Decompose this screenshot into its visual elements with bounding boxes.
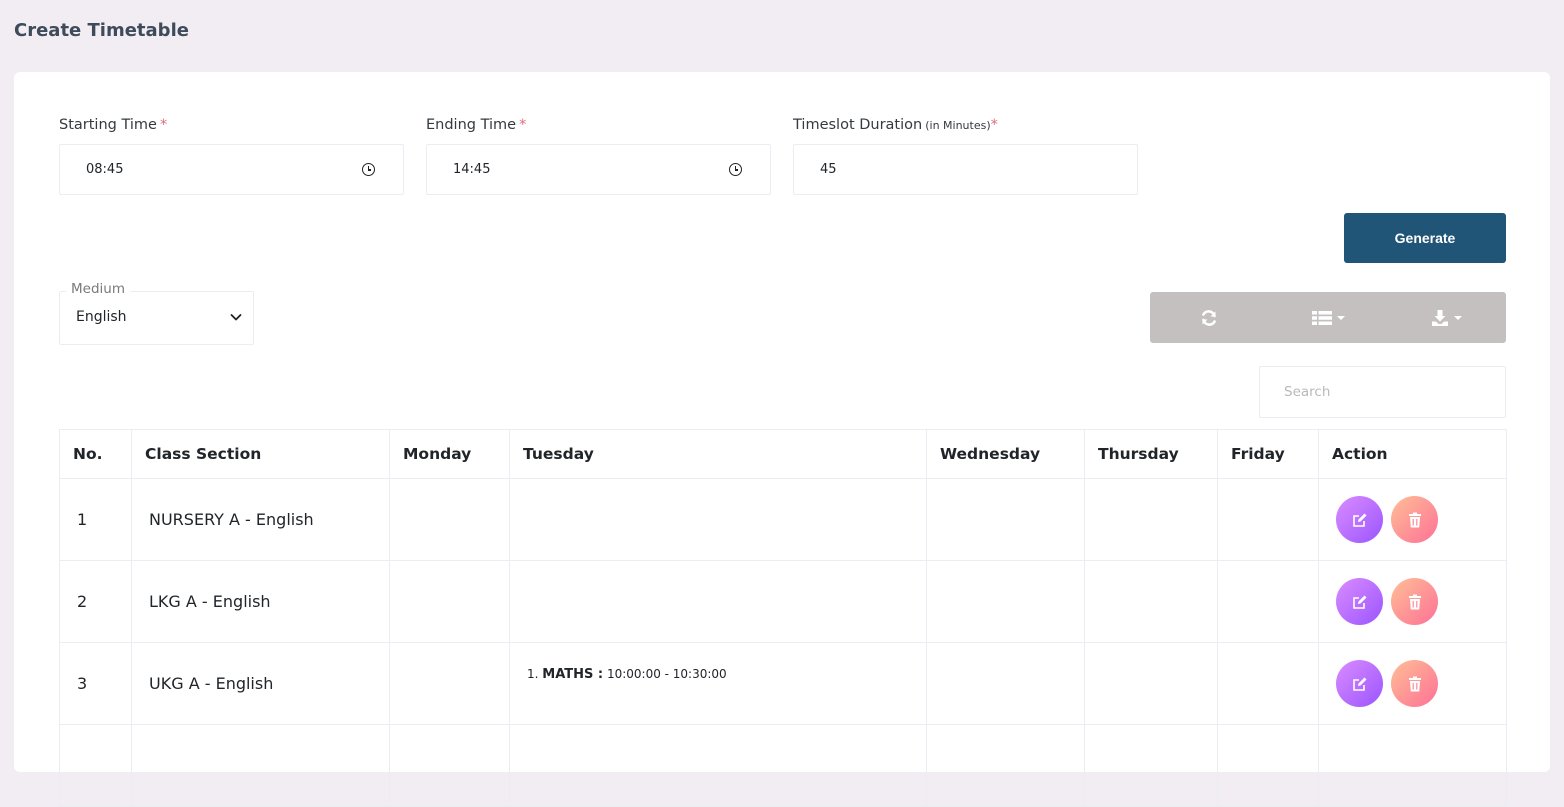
thursday-cell (1084, 478, 1218, 561)
timeslot-duration-group: Timeslot Duration (in Minutes)* 45 (793, 115, 1138, 195)
column-header-wednesday[interactable]: Wednesday (926, 429, 1085, 479)
friday-cell (1217, 642, 1319, 725)
friday-cell (1217, 724, 1319, 807)
wednesday-cell (926, 560, 1085, 643)
edit-button[interactable] (1336, 660, 1383, 707)
refresh-icon (1202, 309, 1217, 326)
monday-cell (389, 724, 510, 807)
delete-button[interactable] (1391, 578, 1438, 625)
monday-cell (389, 642, 510, 725)
trash-icon (1408, 512, 1421, 527)
timeslot-time: 10:00:00 - 10:30:00 (606, 667, 727, 681)
wednesday-cell (926, 642, 1085, 725)
action-cell (1318, 478, 1507, 561)
starting-time-label: Starting Time * (59, 115, 404, 135)
wednesday-cell (926, 724, 1085, 807)
row-number: 2 (59, 560, 132, 643)
table-row: 3 UKG A - English 1. MATHS : 10:00:00 - … (59, 642, 1507, 725)
duration-hint: (in Minutes) (925, 119, 991, 132)
class-section-cell: LKG A - English (131, 560, 390, 643)
column-header-thursday[interactable]: Thursday (1084, 429, 1218, 479)
table-header-row: No. Class Section Monday Tuesday Wednesd… (59, 429, 1507, 479)
timeslot-duration-label: Timeslot Duration (in Minutes)* (793, 115, 1138, 135)
action-cell (1318, 642, 1507, 725)
table-row: 1 NURSERY A - English (59, 478, 1507, 561)
column-header-tuesday[interactable]: Tuesday (509, 429, 927, 479)
table-row (59, 724, 1507, 807)
clock-icon[interactable] (729, 163, 742, 176)
thursday-cell (1084, 724, 1218, 807)
ending-time-value: 14:45 (453, 162, 491, 177)
caret-down-icon (1336, 315, 1345, 320)
friday-cell (1217, 560, 1319, 643)
generate-button[interactable]: Generate (1344, 213, 1506, 263)
tuesday-cell: 1. MATHS : 10:00:00 - 10:30:00 (509, 642, 927, 725)
ending-time-input[interactable]: 14:45 (426, 144, 771, 195)
medium-select[interactable]: Medium English (59, 281, 254, 345)
row-number: 3 (59, 642, 132, 725)
table-toolbar (1150, 292, 1506, 343)
timetable-card: Starting Time * 08:45 Ending Time * 14:45 … (14, 72, 1550, 807)
download-icon (1432, 309, 1449, 326)
action-cell (1318, 724, 1507, 807)
delete-button[interactable] (1391, 660, 1438, 707)
clock-icon[interactable] (362, 163, 375, 176)
timeslot-duration-value: 45 (820, 162, 837, 177)
columns-toggle-button[interactable] (1269, 292, 1388, 343)
edit-icon (1352, 513, 1366, 527)
edit-button[interactable] (1336, 578, 1383, 625)
caret-down-icon (1454, 315, 1463, 320)
starting-time-input[interactable]: 08:45 (59, 144, 404, 195)
medium-selected-value: English (76, 309, 127, 325)
chevron-down-icon (230, 314, 242, 321)
column-header-friday[interactable]: Friday (1217, 429, 1319, 479)
delete-button[interactable] (1391, 496, 1438, 543)
class-section-cell: UKG A - English (131, 642, 390, 725)
tuesday-cell (509, 560, 927, 643)
tuesday-cell (509, 478, 927, 561)
search-input[interactable] (1259, 366, 1506, 418)
required-mark: * (990, 117, 998, 133)
timetable-table: No. Class Section Monday Tuesday Wednesd… (59, 429, 1507, 807)
wednesday-cell (926, 478, 1085, 561)
starting-time-label-text: Starting Time (59, 117, 157, 133)
starting-time-group: Starting Time * 08:45 (59, 115, 404, 195)
tuesday-cell (509, 724, 927, 807)
row-number: 1 (59, 478, 132, 561)
export-button[interactable] (1387, 292, 1506, 343)
column-header-action[interactable]: Action (1318, 429, 1507, 479)
trash-icon (1408, 594, 1421, 609)
row-number (59, 724, 132, 807)
timeslot-subject: MATHS : (542, 667, 604, 682)
timeslot-duration-label-text: Timeslot Duration (793, 117, 923, 133)
list-columns-icon (1311, 310, 1332, 325)
ending-time-label-text: Ending Time (426, 117, 517, 133)
edit-button[interactable] (1336, 496, 1383, 543)
medium-label: Medium (66, 281, 130, 297)
column-header-no[interactable]: No. (59, 429, 132, 479)
required-mark: * (519, 117, 527, 133)
class-section-cell: NURSERY A - English (131, 478, 390, 561)
ending-time-label: Ending Time * (426, 115, 771, 135)
monday-cell (389, 478, 510, 561)
thursday-cell (1084, 642, 1218, 725)
trash-icon (1408, 676, 1421, 691)
edit-icon (1352, 677, 1366, 691)
required-mark: * (159, 117, 168, 133)
timeslot-duration-input[interactable]: 45 (793, 144, 1138, 195)
ending-time-group: Ending Time * 14:45 (426, 115, 771, 195)
starting-time-value: 08:45 (86, 162, 124, 177)
refresh-button[interactable] (1150, 292, 1269, 343)
class-section-cell (131, 724, 390, 807)
edit-icon (1352, 595, 1366, 609)
action-cell (1318, 560, 1507, 643)
table-row: 2 LKG A - English (59, 560, 1507, 643)
timeslot-index: 1. (527, 667, 539, 681)
column-header-monday[interactable]: Monday (389, 429, 510, 479)
page-title: Create Timetable (14, 20, 189, 41)
column-header-class-section[interactable]: Class Section (131, 429, 390, 479)
thursday-cell (1084, 560, 1218, 643)
friday-cell (1217, 478, 1319, 561)
monday-cell (389, 560, 510, 643)
